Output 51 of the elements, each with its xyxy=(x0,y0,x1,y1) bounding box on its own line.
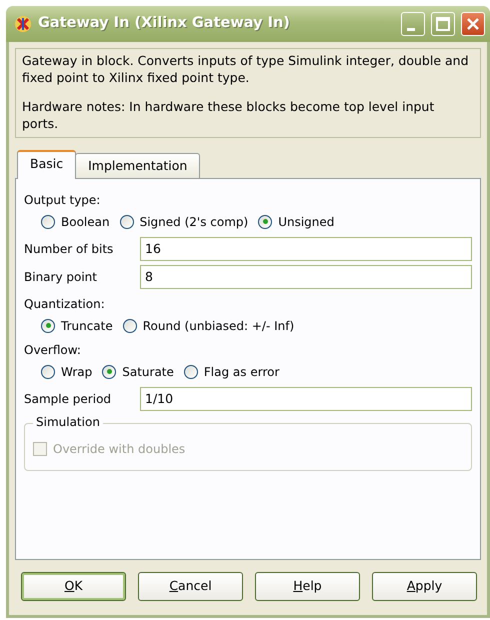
radio-label: Unsigned xyxy=(278,214,334,230)
radio-option[interactable]: Flag as error xyxy=(184,362,280,380)
maximize-button[interactable] xyxy=(431,12,455,36)
radio-label: Signed (2's comp) xyxy=(140,214,248,230)
radio-option[interactable]: Wrap xyxy=(41,362,92,380)
dialog-button[interactable]: Cancel xyxy=(138,572,243,600)
field-label: Overflow: xyxy=(24,342,82,358)
text-field[interactable]: 1/10 xyxy=(140,386,472,410)
dialog-button[interactable]: Help xyxy=(255,572,360,600)
field-label: Number of bits xyxy=(24,240,114,258)
radio-label: Flag as error xyxy=(204,364,280,380)
radio-label: Round (unbiased: +/- Inf) xyxy=(142,318,294,334)
description-text: Hardware notes: In hardware these blocks become top level input ports. xyxy=(22,98,436,132)
group-title: Simulation xyxy=(33,414,103,429)
radio-button[interactable] xyxy=(41,214,55,228)
field-label: Binary point xyxy=(24,268,98,286)
radio-option[interactable]: Truncate xyxy=(41,316,113,334)
text-field[interactable]: 8 xyxy=(140,264,472,288)
minimize-button[interactable] xyxy=(401,12,425,36)
app-icon xyxy=(14,15,32,33)
field-label: Sample period xyxy=(24,390,112,408)
checkbox-label: Override with doubles xyxy=(53,440,186,458)
radio-label: Wrap xyxy=(61,364,92,380)
radio-label: Saturate xyxy=(122,364,174,380)
window-title: Gateway In (Xilinx Gateway In) xyxy=(38,14,291,34)
radio-button[interactable] xyxy=(41,318,55,332)
dialog-button[interactable]: OK xyxy=(21,572,126,600)
radio-label: Boolean xyxy=(61,214,110,230)
close-icon xyxy=(466,17,480,31)
dialog-button[interactable]: Apply xyxy=(372,572,477,600)
radio-button[interactable] xyxy=(41,364,55,378)
radio-button[interactable] xyxy=(120,214,134,228)
radio-label: Truncate xyxy=(61,318,113,334)
radio-button[interactable] xyxy=(184,364,198,378)
radio-option[interactable]: Boolean xyxy=(41,212,110,230)
tab[interactable]: Basic xyxy=(17,150,76,178)
radio-option[interactable]: Signed (2's comp) xyxy=(120,212,248,230)
radio-button[interactable] xyxy=(258,214,272,228)
field-label: Output type: xyxy=(24,192,102,208)
field-label: Quantization: xyxy=(24,296,106,312)
maximize-icon xyxy=(436,17,450,31)
radio-option[interactable]: Saturate xyxy=(102,362,174,380)
close-button[interactable] xyxy=(461,12,485,36)
radio-option[interactable]: Unsigned xyxy=(258,212,334,230)
radio-button[interactable] xyxy=(102,364,116,378)
minimize-icon xyxy=(407,28,415,30)
text-field[interactable]: 16 xyxy=(140,236,472,260)
radio-option[interactable]: Round (unbiased: +/- Inf) xyxy=(122,316,294,334)
radio-button[interactable] xyxy=(122,318,137,332)
tab[interactable]: Implementation xyxy=(75,152,200,178)
description-text: Gateway in block. Converts inputs of type Simulink integer, double and fixed point to Xilinx fixed point type. xyxy=(22,53,470,87)
